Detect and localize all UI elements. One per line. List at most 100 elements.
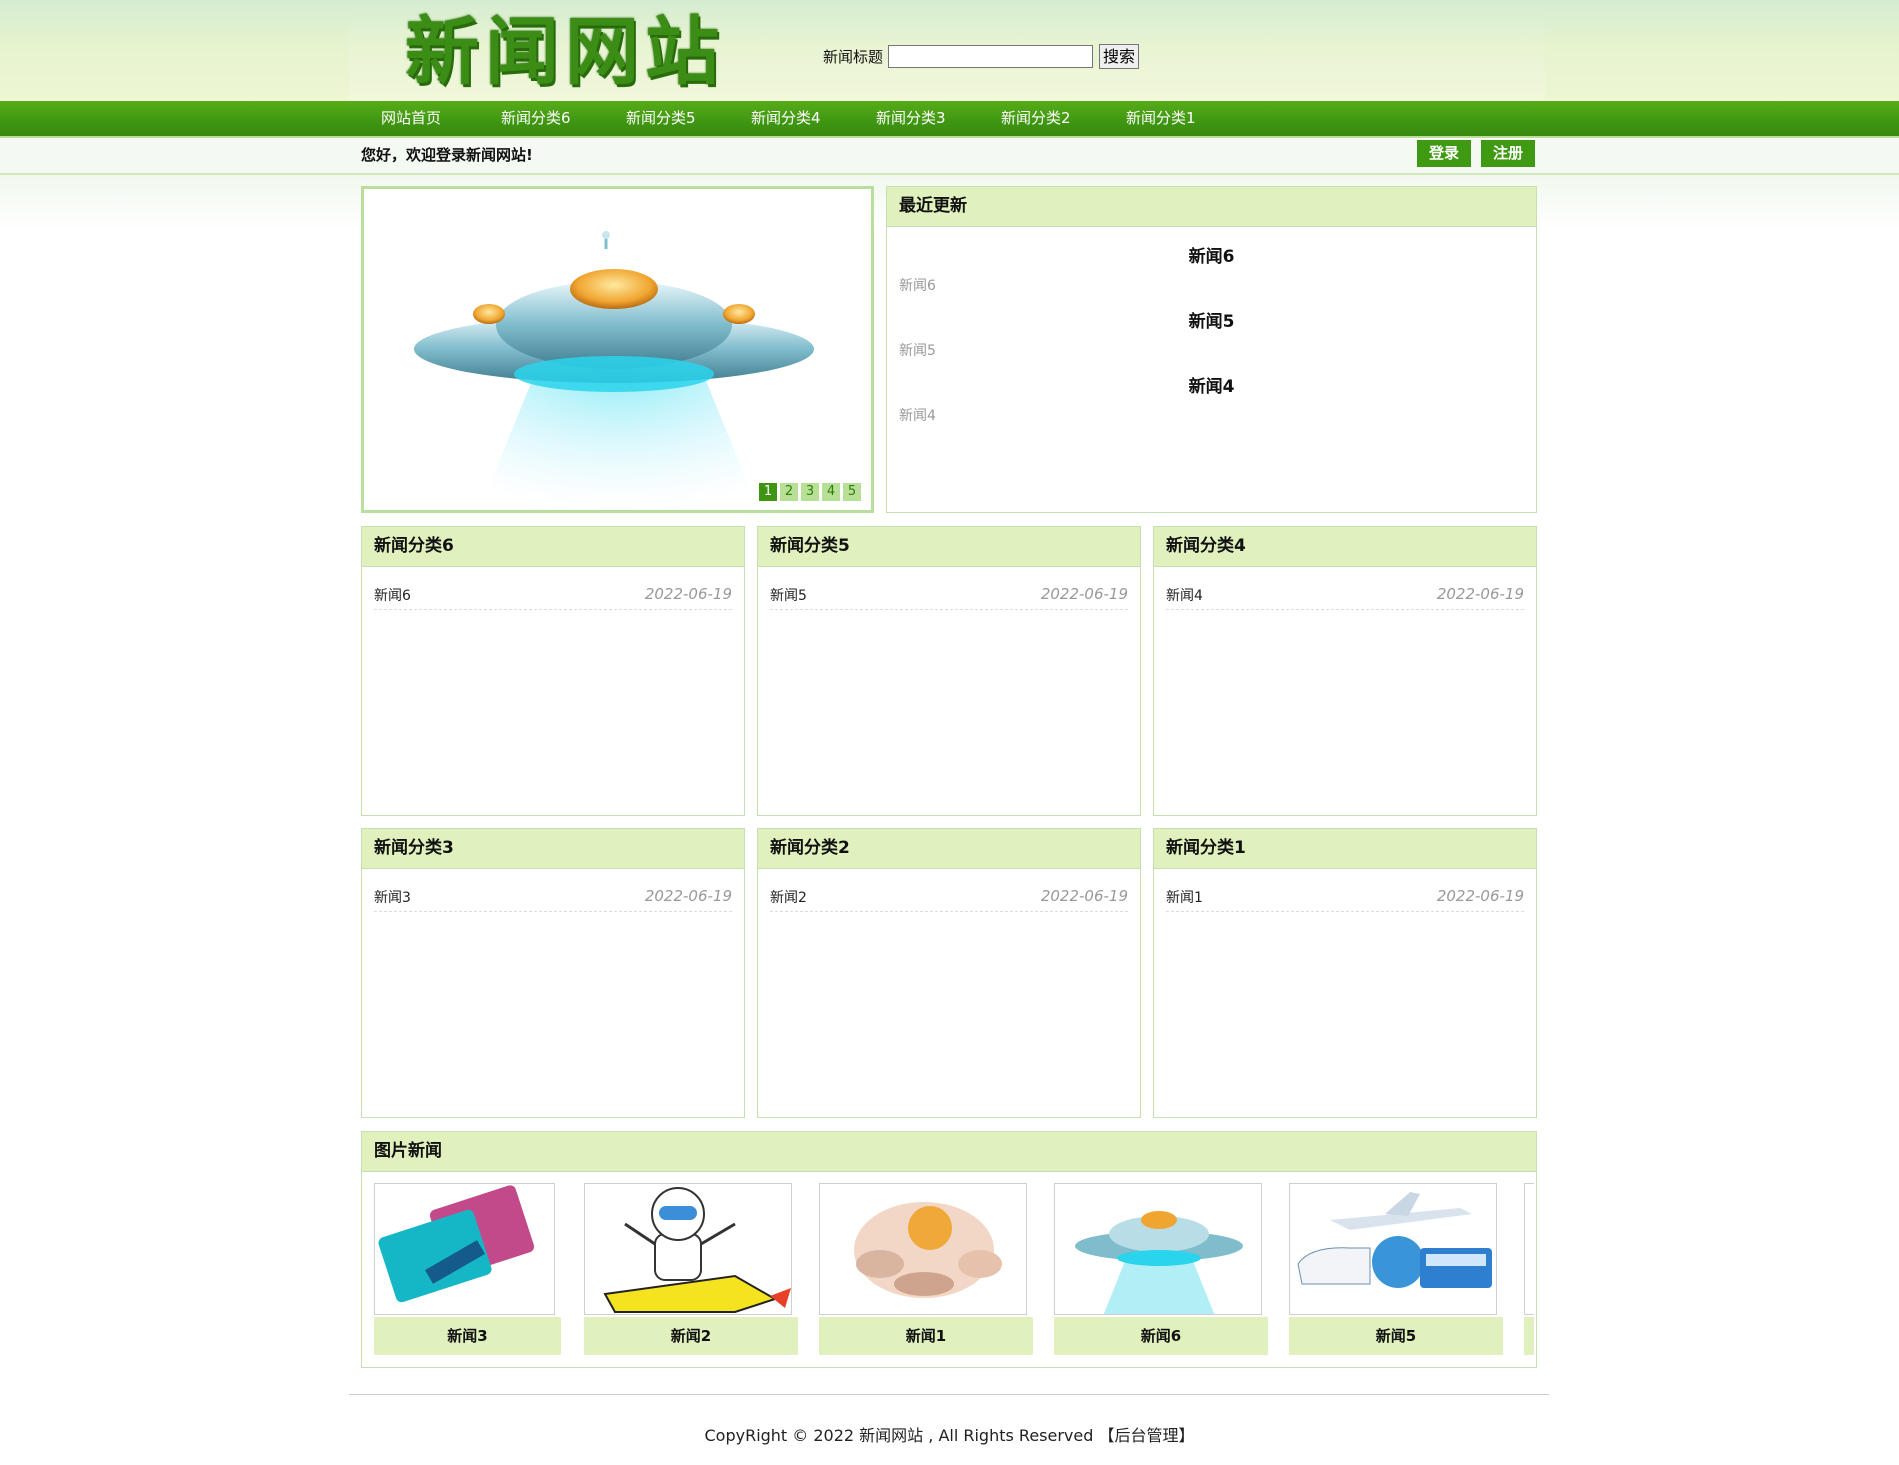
news-title[interactable]: 新闻5: [770, 585, 807, 605]
picture-frame[interactable]: [1054, 1183, 1262, 1315]
category-panel: 新闻分类5 新闻5 2022-06-19: [757, 526, 1141, 816]
category-panel: 新闻分类6 新闻6 2022-06-19: [361, 526, 745, 816]
panel-header: 图片新闻: [362, 1132, 1536, 1172]
search-input[interactable]: [888, 45, 1093, 68]
nav-category-4[interactable]: 新闻分类4: [751, 101, 821, 136]
picture-frame[interactable]: [1524, 1183, 1534, 1315]
news-date: 2022-06-19: [1436, 585, 1524, 603]
news-date: 2022-06-19: [1436, 887, 1524, 905]
recent-panel: 最近更新 新闻6 新闻6 新闻5 新闻5 新闻4 新闻4: [886, 186, 1537, 513]
robot-rocket-image: [603, 1187, 791, 1313]
recent-item-title[interactable]: 新闻6: [887, 242, 1536, 267]
slide-pager: 1 2 3 4 5: [759, 483, 861, 501]
panel-header: 新闻分类2: [758, 829, 1140, 869]
slideshow[interactable]: 1 2 3 4 5: [361, 186, 874, 513]
welcome-bar: [0, 139, 1899, 175]
recent-title: 最近更新: [899, 196, 967, 216]
category-title[interactable]: 新闻分类3: [374, 829, 454, 868]
panel-header: 新闻分类4: [1154, 527, 1536, 567]
picture-news-title: 图片新闻: [374, 1141, 442, 1161]
nav-category-1[interactable]: 新闻分类1: [1126, 101, 1196, 136]
recent-item-title[interactable]: 新闻5: [887, 307, 1536, 332]
transport-image: [1297, 1192, 1492, 1288]
recent-item-title[interactable]: 新闻4: [887, 372, 1536, 397]
picture-card[interactable]: 新闻5: [1289, 1183, 1503, 1355]
list-item[interactable]: 新闻2 2022-06-19: [770, 885, 1128, 912]
picture-card-partial[interactable]: [1524, 1183, 1534, 1355]
nav-category-5[interactable]: 新闻分类5: [626, 101, 696, 136]
space-tickets-image: [378, 1185, 535, 1303]
nav-category-2[interactable]: 新闻分类2: [1001, 101, 1071, 136]
picture-frame[interactable]: [374, 1183, 555, 1315]
news-title[interactable]: 新闻3: [374, 887, 411, 907]
picture-caption[interactable]: 新闻5: [1289, 1317, 1503, 1355]
category-title[interactable]: 新闻分类6: [374, 527, 454, 566]
news-title[interactable]: 新闻1: [1166, 887, 1203, 907]
nav-category-3[interactable]: 新闻分类3: [876, 101, 946, 136]
site-logo[interactable]: 新闻网站: [405, 10, 725, 94]
category-title[interactable]: 新闻分类2: [770, 829, 850, 868]
slide-page-4[interactable]: 4: [822, 483, 840, 501]
picture-carousel: 新闻3 新闻2 新闻1 新闻6 新闻5: [374, 1183, 1534, 1355]
picture-caption[interactable]: 新闻6: [1054, 1317, 1268, 1355]
news-title[interactable]: 新闻4: [1166, 585, 1203, 605]
footer: CopyRight © 2022 新闻网站 , All Rights Reser…: [0, 1422, 1899, 1446]
register-button[interactable]: 注册: [1481, 140, 1535, 167]
admin-link[interactable]: 【后台管理】: [1098, 1426, 1194, 1445]
news-date: 2022-06-19: [1040, 585, 1128, 603]
search-button[interactable]: 搜索: [1099, 44, 1139, 69]
category-title[interactable]: 新闻分类1: [1166, 829, 1246, 868]
picture-frame[interactable]: [584, 1183, 792, 1315]
news-title[interactable]: 新闻6: [374, 585, 411, 605]
category-panel: 新闻分类1 新闻1 2022-06-19: [1153, 828, 1537, 1118]
main-nav: 网站首页 新闻分类6 新闻分类5 新闻分类4 新闻分类3 新闻分类2 新闻分类1: [0, 101, 1899, 138]
picture-caption[interactable]: 新闻1: [819, 1317, 1033, 1355]
picture-caption-partial: [1524, 1317, 1534, 1355]
picture-card[interactable]: 新闻1: [819, 1183, 1033, 1355]
list-item[interactable]: 新闻5 2022-06-19: [770, 583, 1128, 610]
news-date: 2022-06-19: [644, 887, 732, 905]
picture-frame[interactable]: [819, 1183, 1027, 1315]
ufo-image[interactable]: [364, 189, 871, 510]
login-button[interactable]: 登录: [1417, 140, 1471, 167]
panel-header: 新闻分类5: [758, 527, 1140, 567]
panel-header: 新闻分类6: [362, 527, 744, 567]
panel-header: 新闻分类1: [1154, 829, 1536, 869]
news-date: 2022-06-19: [1040, 887, 1128, 905]
picture-card[interactable]: 新闻3: [374, 1183, 588, 1355]
list-item[interactable]: 新闻1 2022-06-19: [1166, 885, 1524, 912]
list-item[interactable]: 新闻3 2022-06-19: [374, 885, 732, 912]
list-item[interactable]: 新闻4 2022-06-19: [1166, 583, 1524, 610]
news-date: 2022-06-19: [644, 585, 732, 603]
panel-header: 新闻分类3: [362, 829, 744, 869]
category-title[interactable]: 新闻分类5: [770, 527, 850, 566]
recent-item-summary: 新闻4: [899, 408, 936, 424]
copyright-text: CopyRight © 2022 新闻网站 , All Rights Reser…: [704, 1426, 1094, 1445]
slide-page-1[interactable]: 1: [759, 483, 777, 501]
recent-item-summary: 新闻6: [899, 278, 936, 294]
list-item[interactable]: 新闻6 2022-06-19: [374, 583, 732, 610]
picture-caption[interactable]: 新闻3: [374, 1317, 561, 1355]
search-label: 新闻标题: [823, 48, 884, 66]
slide-page-5[interactable]: 5: [843, 483, 861, 501]
picture-card[interactable]: 新闻6: [1054, 1183, 1268, 1355]
slide-page-3[interactable]: 3: [801, 483, 819, 501]
slide-page-2[interactable]: 2: [780, 483, 798, 501]
astronaut-image: [854, 1202, 1002, 1298]
news-title[interactable]: 新闻2: [770, 887, 807, 907]
nav-home[interactable]: 网站首页: [381, 101, 441, 136]
picture-card[interactable]: 新闻2: [584, 1183, 798, 1355]
ufo-image: [1075, 1211, 1243, 1314]
footer-divider: [349, 1394, 1549, 1395]
picture-news-panel: 图片新闻 新闻3 新闻2 新闻1 新闻6 新闻5: [361, 1131, 1537, 1368]
recent-item-summary: 新闻5: [899, 343, 936, 359]
category-panel: 新闻分类4 新闻4 2022-06-19: [1153, 526, 1537, 816]
category-panel: 新闻分类2 新闻2 2022-06-19: [757, 828, 1141, 1118]
category-panel: 新闻分类3 新闻3 2022-06-19: [361, 828, 745, 1118]
category-title[interactable]: 新闻分类4: [1166, 527, 1246, 566]
panel-header: 最近更新: [887, 187, 1536, 227]
nav-category-6[interactable]: 新闻分类6: [501, 101, 571, 136]
picture-frame[interactable]: [1289, 1183, 1497, 1315]
picture-caption[interactable]: 新闻2: [584, 1317, 798, 1355]
welcome-text: 您好，欢迎登录新闻网站!: [361, 146, 533, 164]
